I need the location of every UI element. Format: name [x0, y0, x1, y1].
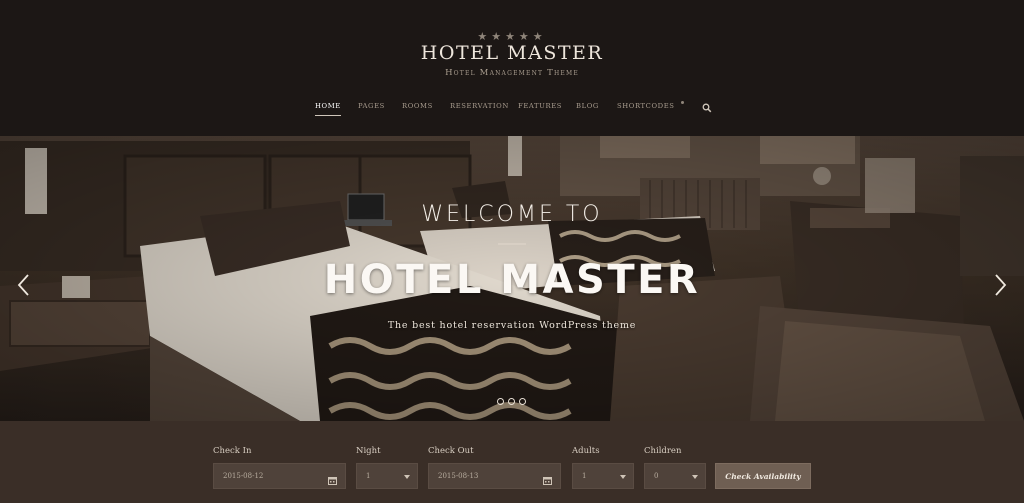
caret-down-icon: [404, 475, 410, 479]
hero-title: HOTEL MASTER: [323, 257, 701, 303]
hero-slider: WELCOME TO HOTEL MASTER The best hotel r…: [0, 136, 1024, 421]
check-in-value: 2015-08-12: [223, 472, 264, 480]
site-tagline: Hotel Management Theme: [445, 68, 579, 78]
check-out-label: Check Out: [428, 446, 474, 456]
caret-down-icon: [620, 475, 626, 479]
hero-divider: [498, 243, 526, 245]
children-select[interactable]: 0: [644, 463, 706, 489]
check-availability-label: Check Availability: [725, 472, 801, 481]
site-header: ★★★★★ HOTEL MASTER Hotel Management Them…: [0, 0, 1024, 136]
night-select[interactable]: 1: [356, 463, 418, 489]
calendar-icon[interactable]: [328, 472, 337, 485]
adults-label: Adults: [572, 446, 600, 456]
check-in-label: Check In: [213, 446, 252, 456]
check-in-field[interactable]: 2015-08-12: [213, 463, 346, 489]
hero-subtitle: The best hotel reservation WordPress the…: [387, 320, 637, 331]
nav-item-blog[interactable]: BLOG: [576, 102, 599, 110]
nav-item-rooms[interactable]: ROOMS: [402, 102, 433, 110]
search-icon[interactable]: [702, 100, 712, 113]
nav-item-pages[interactable]: PAGES: [358, 102, 385, 110]
slider-dot-2[interactable]: [508, 398, 515, 405]
nav-item-features[interactable]: FEATURES: [518, 102, 562, 110]
nav-separator-dot: [681, 101, 684, 104]
hero-welcome-text: WELCOME TO: [421, 202, 603, 227]
night-value: 1: [366, 472, 371, 480]
caret-down-icon: [692, 475, 698, 479]
slider-dot-1[interactable]: [497, 398, 504, 405]
calendar-icon[interactable]: [543, 472, 552, 485]
site-logo-title[interactable]: HOTEL MASTER: [0, 42, 1024, 64]
chevron-right-icon[interactable]: [992, 273, 1008, 297]
children-label: Children: [644, 446, 682, 456]
slider-dot-3[interactable]: [519, 398, 526, 405]
check-availability-button[interactable]: Check Availability: [715, 463, 811, 489]
adults-value: 1: [582, 472, 587, 480]
nav-item-home[interactable]: HOME: [315, 102, 341, 116]
booking-bar: Check In 2015-08-12 Night 1 Check Out 20…: [0, 421, 1024, 503]
nav-item-reservation[interactable]: RESERVATION: [450, 102, 509, 110]
night-label: Night: [356, 446, 381, 456]
adults-select[interactable]: 1: [572, 463, 634, 489]
check-out-field[interactable]: 2015-08-13: [428, 463, 561, 489]
chevron-left-icon[interactable]: [16, 273, 32, 297]
children-value: 0: [654, 472, 659, 480]
nav-item-shortcodes[interactable]: SHORTCODES: [617, 102, 675, 110]
main-navigation: HOME PAGES ROOMS RESERVATION FEATURES BL…: [0, 102, 1024, 118]
slider-pagination: [497, 398, 529, 406]
check-out-value: 2015-08-13: [438, 472, 479, 480]
